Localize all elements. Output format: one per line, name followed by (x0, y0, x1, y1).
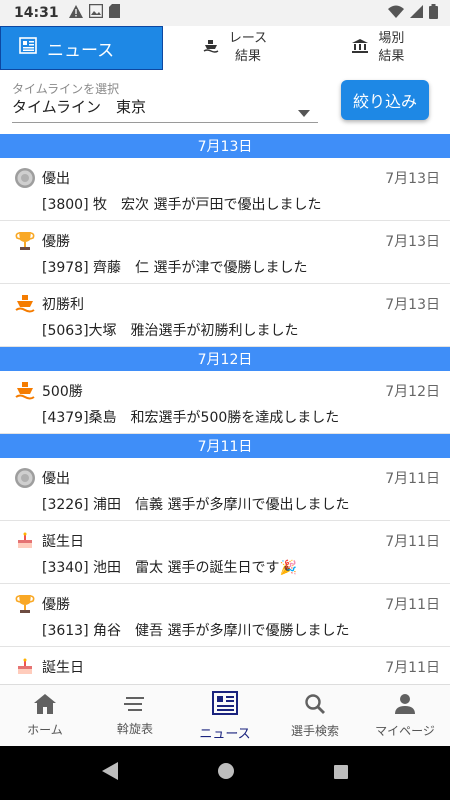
tab-venue-results[interactable]: 場別 結果 (307, 26, 450, 70)
news-item-date: 7月11日 (385, 534, 440, 550)
filter-button[interactable]: 絞り込み (341, 80, 429, 120)
news-item-body: [3978] 齊藤 仁 選手が津で優勝しました (42, 260, 308, 276)
news-item-title: 優勝 (42, 234, 70, 250)
nav-item-list[interactable]: 斡旋表 (90, 685, 180, 747)
back-icon[interactable] (102, 762, 118, 784)
date-header: 7月12日 (0, 347, 450, 371)
tab-news-label: ニュース (47, 40, 115, 61)
institution-icon (352, 39, 369, 57)
news-item-body: [3340] 池田 雷太 選手の誕生日です🎉 (42, 560, 297, 576)
newspaper-icon (212, 690, 238, 719)
news-item[interactable]: 優勝 7月11日 [3613] 角谷 健吾 選手が多摩川で優勝しました (0, 584, 450, 647)
news-item-title: 初勝利 (42, 297, 84, 313)
boat-icon (203, 39, 219, 57)
status-bar: 14:31 (0, 0, 450, 26)
nav-item-label: ニュース (199, 726, 251, 742)
wifi-icon (388, 5, 404, 22)
news-item-title: 優勝 (42, 597, 70, 613)
news-item-body: [3613] 角谷 健吾 選手が多摩川で優勝しました (42, 623, 350, 639)
tab-news[interactable]: ニュース (0, 26, 164, 70)
nav-item-home[interactable]: ホーム (0, 685, 90, 747)
trophy-icon (14, 230, 36, 252)
date-header: 7月13日 (0, 134, 450, 158)
news-item-title: 優出 (42, 471, 70, 487)
medal-icon (14, 467, 36, 489)
newspaper-icon (19, 37, 37, 59)
news-item[interactable]: 優勝 7月13日 [3978] 齊藤 仁 選手が津で優勝しました (0, 221, 450, 284)
boat-icon (14, 380, 36, 402)
news-item-body: [4379]桑島 和宏選手が500勝を達成しました (42, 410, 340, 426)
news-item-date: 7月12日 (385, 384, 440, 400)
news-list: 7月13日 優出 7月13日 [3800] 牧 宏次 選手が戸田で優出しました 優勝 7月… (0, 134, 450, 684)
home-circle-icon[interactable] (218, 763, 234, 783)
news-item-title: 優出 (42, 171, 70, 187)
news-item[interactable]: 優出 7月11日 [3226] 浦田 信義 選手が多摩川で優出しました (0, 458, 450, 521)
person-icon (394, 693, 416, 718)
list-icon (124, 695, 146, 716)
news-item[interactable]: 誕生日 7月11日 [3340] 池田 雷太 選手の誕生日です🎉 (0, 521, 450, 584)
top-tabs: ニュース レース結果 場別結果 (0, 26, 450, 71)
tab-race-results[interactable]: レース 結果 (163, 26, 306, 70)
news-item[interactable]: 初勝利 7月13日 [5063]大塚 雅治選手が初勝利しました (0, 284, 450, 347)
medal-icon (14, 167, 36, 189)
photo-notification-icon (88, 3, 103, 22)
signal-icon (410, 4, 423, 22)
news-item[interactable]: 優出 7月13日 [3800] 牧 宏次 選手が戸田で優出しました (0, 158, 450, 221)
news-item-title: 誕生日 (42, 534, 84, 550)
system-nav-bar (0, 746, 450, 800)
tab-venue-results-line1: 場別 (378, 31, 405, 46)
nav-item-search[interactable]: 選手検索 (270, 685, 360, 747)
sd-card-icon (108, 4, 120, 22)
news-item-body: [3226] 浦田 信義 選手が多摩川で優出しました (42, 497, 350, 513)
trophy-icon (14, 593, 36, 615)
news-item[interactable]: 500勝 7月12日 [4379]桑島 和宏選手が500勝を達成しました (0, 371, 450, 434)
news-item-date: 7月11日 (385, 471, 440, 487)
news-item-title: 誕生日 (42, 660, 84, 676)
news-item-date: 7月13日 (385, 171, 440, 187)
recents-icon[interactable] (334, 764, 348, 783)
home-icon (34, 694, 56, 717)
battery-icon (429, 3, 438, 23)
news-item-date: 7月11日 (385, 597, 440, 613)
cake-icon (14, 656, 36, 678)
nav-item-label: 選手検索 (290, 724, 339, 738)
nav-item-label: マイページ (375, 724, 435, 738)
news-item-title: 500勝 (42, 384, 83, 400)
bottom-navigation: ホーム 斡旋表 ニュース 選手検索 マイページ (0, 684, 450, 747)
warning-icon (68, 4, 83, 22)
boat-icon (14, 293, 36, 315)
news-item-date: 7月13日 (385, 297, 440, 313)
news-item-date: 7月13日 (385, 234, 440, 250)
timeline-filter: タイムラインを選択 タイムライン 東京 絞り込み (0, 70, 450, 132)
search-icon (304, 693, 326, 718)
tab-race-results-line1: レース (228, 31, 268, 46)
timeline-select-label: タイムラインを選択 (12, 82, 120, 96)
news-item-body: [5063]大塚 雅治選手が初勝利しました (42, 323, 299, 339)
nav-item-label: 斡旋表 (116, 722, 153, 736)
status-time: 14:31 (14, 5, 59, 21)
news-item-body: [3800] 牧 宏次 選手が戸田で優出しました (42, 197, 322, 213)
tab-venue-results-line2: 結果 (378, 49, 405, 64)
cake-icon (14, 530, 36, 552)
select-underline (12, 122, 318, 123)
news-item-date: 7月11日 (385, 660, 440, 676)
nav-item-label: ホーム (27, 723, 63, 737)
dropdown-arrow-icon[interactable] (298, 102, 310, 121)
news-item[interactable]: 誕生日 7月11日 (0, 647, 450, 684)
nav-item-newspaper[interactable]: ニュース (180, 685, 270, 747)
timeline-select[interactable]: タイムライン 東京 (12, 96, 146, 117)
nav-item-person[interactable]: マイページ (360, 685, 450, 747)
date-header: 7月11日 (0, 434, 450, 458)
tab-race-results-line2: 結果 (234, 49, 261, 64)
